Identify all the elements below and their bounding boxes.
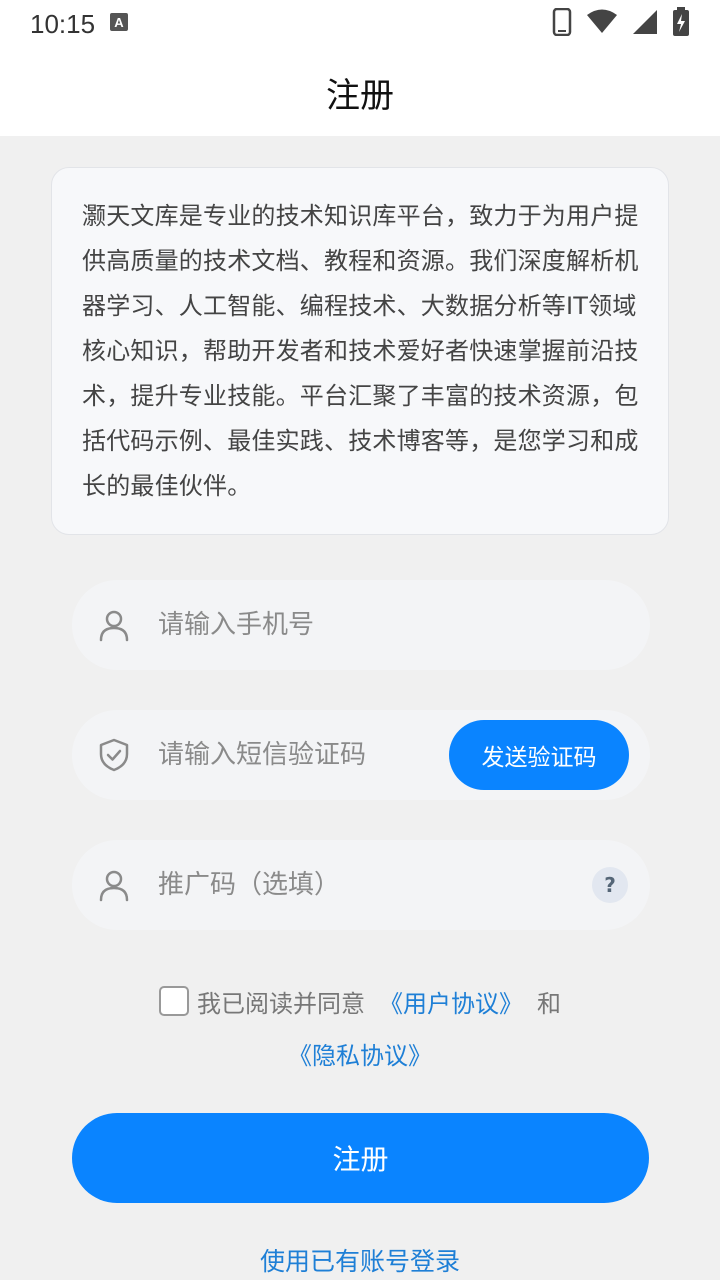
intro-text: 灏天文库是专业的技术知识库平台，致力于为用户提供高质量的技术文档、教程和资源。我…	[82, 202, 639, 500]
status-left: 10:15 A	[30, 9, 129, 40]
app-header: 注册	[0, 48, 720, 136]
agreement-prefix: 我已阅读并同意	[197, 989, 365, 1018]
send-code-button[interactable]: 发送验证码	[449, 720, 629, 790]
sms-code-input[interactable]	[158, 730, 438, 780]
phone-input[interactable]	[158, 600, 488, 650]
agreement-line-1: 我已阅读并同意 《用户协议》 和	[0, 975, 720, 1027]
battery-charging-icon	[672, 7, 690, 41]
agree-checkbox[interactable]	[159, 986, 189, 1016]
signal-icon	[632, 9, 658, 39]
a-keyboard-icon: A	[109, 12, 129, 36]
status-right	[552, 7, 690, 41]
agreement: 我已阅读并同意 《用户协议》 和 《隐私协议》	[0, 975, 720, 1079]
user-icon	[96, 867, 132, 903]
status-bar: 10:15 A	[0, 0, 720, 48]
sms-code-field: 发送验证码	[72, 710, 650, 800]
phone-field	[72, 580, 650, 670]
svg-text:A: A	[114, 15, 124, 30]
agreement-line-2: 《隐私协议》	[0, 1027, 720, 1079]
register-button[interactable]: 注册	[72, 1113, 649, 1203]
intro-card: 灏天文库是专业的技术知识库平台，致力于为用户提供高质量的技术文档、教程和资源。我…	[51, 167, 669, 535]
page-title: 注册	[326, 75, 394, 116]
promo-code-input[interactable]	[158, 860, 488, 910]
status-time: 10:15	[30, 8, 96, 39]
agreement-and: 和	[537, 989, 561, 1018]
shield-check-icon	[96, 737, 132, 773]
login-existing-account-link[interactable]: 使用已有账号登录	[0, 1242, 720, 1278]
wifi-icon	[586, 9, 618, 39]
promo-code-field: ?	[72, 840, 650, 930]
privacy-policy-link[interactable]: 《隐私协议》	[288, 1036, 432, 1071]
user-icon	[96, 607, 132, 643]
phone-icon	[552, 7, 572, 40]
user-agreement-link[interactable]: 《用户协议》	[379, 984, 523, 1019]
help-icon[interactable]: ?	[592, 867, 628, 903]
